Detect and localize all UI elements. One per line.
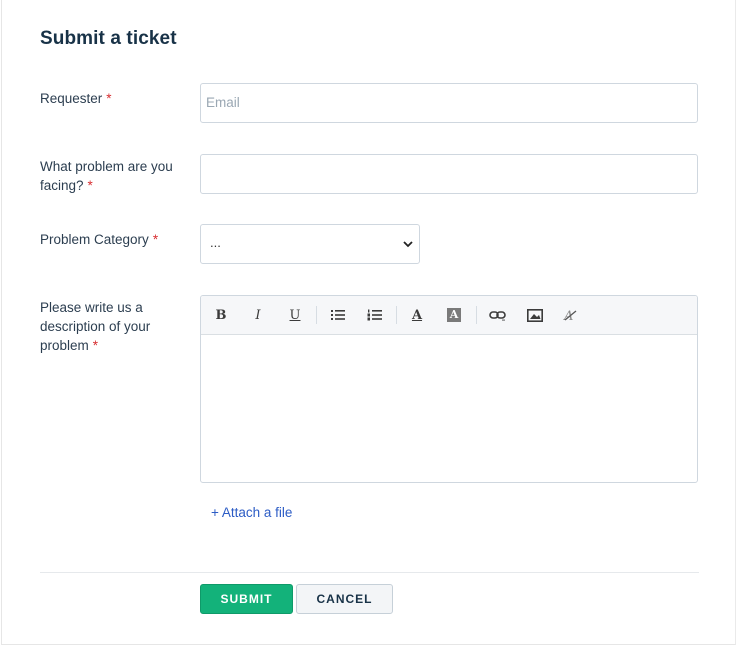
- description-editor[interactable]: B I U A A A: [200, 295, 698, 483]
- image-icon[interactable]: [526, 305, 544, 325]
- required-mark: *: [87, 178, 93, 193]
- toolbar-separator: [316, 306, 317, 324]
- bold-icon[interactable]: B: [213, 305, 229, 325]
- requester-email-input[interactable]: Email: [200, 83, 698, 123]
- font-color-icon[interactable]: A: [409, 305, 425, 325]
- requester-label-text: Requester: [40, 91, 103, 106]
- category-label: Problem Category *: [40, 230, 190, 249]
- toolbar-separator: [476, 306, 477, 324]
- background-color-icon[interactable]: A: [446, 305, 462, 325]
- category-label-text: Problem Category: [40, 232, 149, 247]
- underline-icon[interactable]: U: [287, 305, 303, 325]
- bullet-list-icon[interactable]: [329, 305, 347, 325]
- requester-label: Requester *: [40, 89, 190, 108]
- page-title: Submit a ticket: [40, 28, 177, 49]
- problem-category-select[interactable]: ...: [200, 224, 420, 264]
- submit-button[interactable]: SUBMIT: [200, 584, 293, 614]
- background-color-glyph: A: [447, 308, 461, 322]
- editor-toolbar: B I U A A A: [201, 296, 697, 335]
- problem-label: What problem are you facing? *: [40, 157, 190, 195]
- email-placeholder: Email: [206, 95, 240, 110]
- link-icon[interactable]: [488, 305, 508, 325]
- toolbar-separator: [396, 306, 397, 324]
- chevron-down-icon: [403, 241, 413, 248]
- description-label: Please write us a description of your pr…: [40, 298, 190, 355]
- required-mark: *: [92, 338, 99, 353]
- problem-input[interactable]: [200, 154, 698, 194]
- svg-text:A: A: [563, 309, 573, 322]
- italic-icon[interactable]: I: [250, 305, 266, 325]
- attach-file-link[interactable]: + Attach a file: [211, 505, 292, 520]
- required-mark: *: [152, 232, 159, 247]
- cancel-button[interactable]: CANCEL: [296, 584, 393, 614]
- required-mark: *: [106, 91, 112, 106]
- numbered-list-icon[interactable]: [366, 305, 384, 325]
- footer-divider: [40, 572, 699, 573]
- category-selected-value: ...: [210, 235, 221, 250]
- clear-format-icon[interactable]: A: [561, 305, 579, 325]
- problem-label-text: What problem are you facing?: [40, 159, 173, 193]
